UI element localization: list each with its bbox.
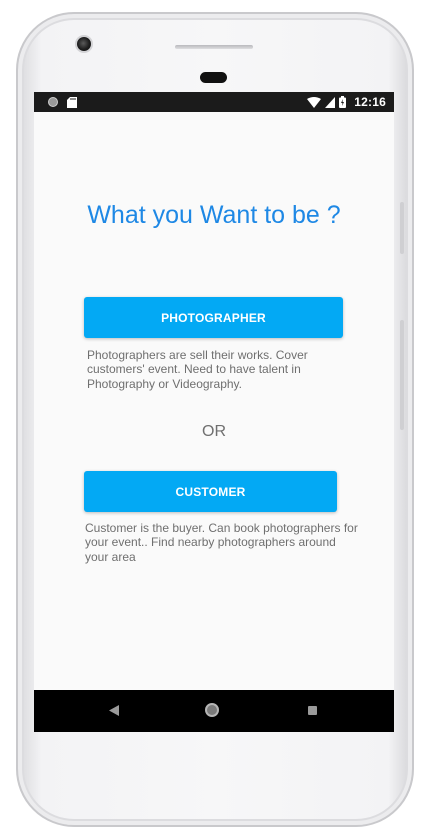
home-icon[interactable]	[205, 703, 219, 717]
proximity-sensor	[200, 72, 227, 83]
customer-button-label: CUSTOMER	[175, 484, 246, 499]
earpiece-speaker	[175, 45, 253, 49]
app-screen: 12:16 What you Want to be ? PHOTOGRAPHER…	[34, 92, 394, 732]
back-icon[interactable]	[109, 705, 119, 716]
front-camera	[77, 37, 91, 51]
page-title: What you Want to be ?	[87, 201, 341, 229]
wifi-icon	[307, 96, 322, 108]
customer-button[interactable]: CUSTOMER	[84, 471, 337, 512]
customer-description: Customer is the buyer. Can book photogra…	[85, 521, 358, 564]
power-button	[400, 320, 404, 430]
cell-signal-icon	[325, 96, 336, 108]
clock-time: 12:16	[354, 95, 386, 109]
notification-dot-icon	[48, 97, 58, 107]
photographer-button-label: PHOTOGRAPHER	[161, 310, 266, 325]
photographer-button[interactable]: PHOTOGRAPHER	[84, 297, 343, 338]
recent-apps-icon[interactable]	[308, 706, 317, 715]
role-selection-content: What you Want to be ? PHOTOGRAPHER Photo…	[34, 112, 394, 690]
volume-button	[400, 202, 404, 254]
navigation-bar	[34, 690, 394, 732]
photographer-description: Photographers are sell their works. Cove…	[87, 348, 308, 391]
battery-icon	[339, 96, 347, 108]
or-divider-label: OR	[202, 423, 226, 440]
sd-card-icon	[67, 96, 77, 108]
status-bar: 12:16	[34, 92, 394, 112]
